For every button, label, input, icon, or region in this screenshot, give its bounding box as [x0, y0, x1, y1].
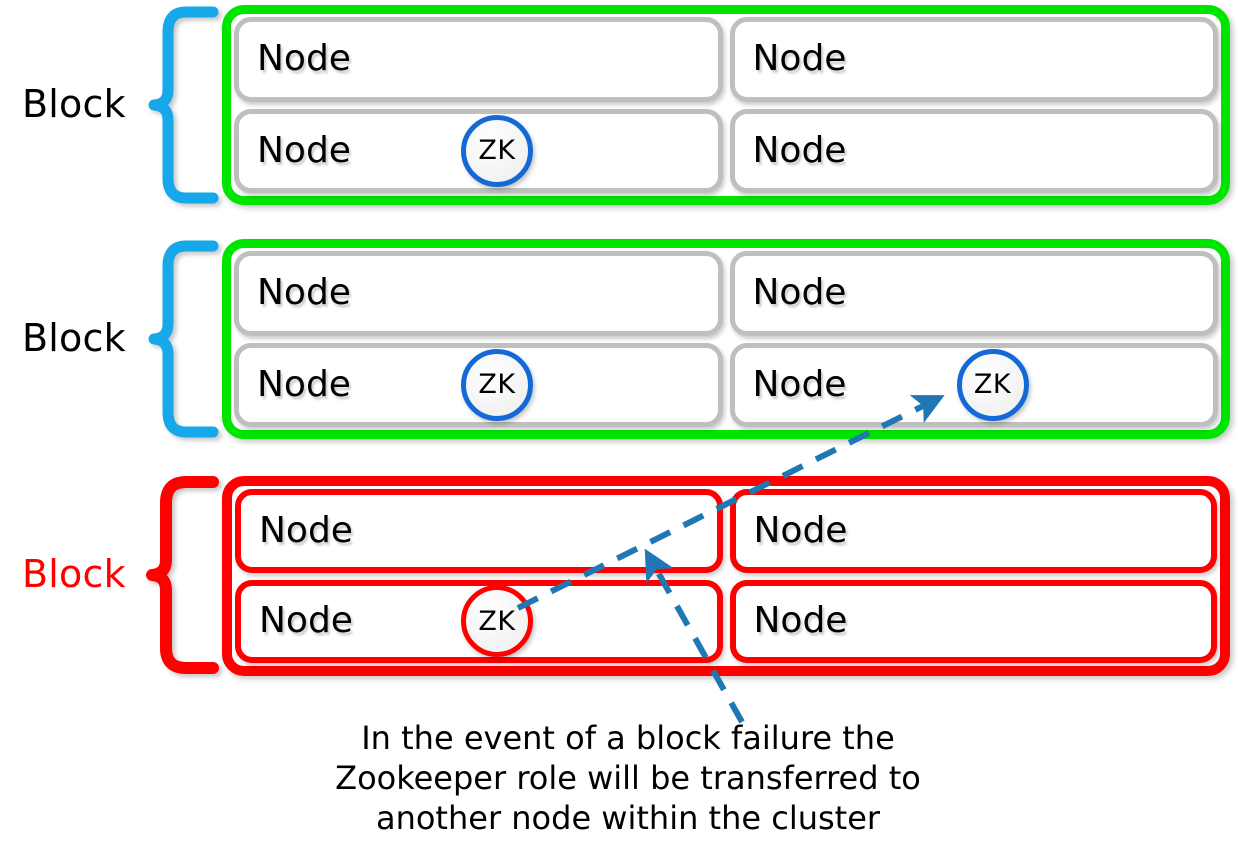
brace-block-2	[148, 240, 219, 438]
node-label: Node	[753, 600, 848, 642]
node-card[interactable]: Node	[235, 489, 723, 573]
node-grid-2: Node Node Node ZK Node ZK	[231, 248, 1221, 430]
block-label-3: Block	[22, 552, 126, 596]
node-label: Node	[752, 38, 847, 80]
node-card[interactable]: Node	[729, 579, 1217, 663]
node-card[interactable]: Node	[729, 251, 1218, 336]
node-card[interactable]: Node ZK	[235, 579, 723, 663]
node-card[interactable]: Node ZK	[234, 342, 723, 427]
node-card[interactable]: Node	[729, 108, 1218, 193]
block-container-3[interactable]: Node Node Node ZK Node	[222, 476, 1230, 676]
zookeeper-badge-failed[interactable]: ZK	[461, 585, 533, 658]
block-label-2: Block	[22, 316, 126, 360]
node-label: Node	[259, 600, 353, 642]
zookeeper-badge-target[interactable]: ZK	[956, 348, 1029, 421]
zookeeper-label: ZK	[478, 605, 516, 637]
caption: In the event of a block failure the Zook…	[318, 718, 938, 838]
node-card[interactable]: Node ZK	[234, 108, 723, 193]
node-card[interactable]: Node ZK	[729, 342, 1218, 427]
node-label: Node	[259, 509, 353, 551]
block-container-1[interactable]: Node Node Node ZK Node	[222, 5, 1230, 205]
node-card[interactable]: Node	[729, 17, 1218, 102]
node-label: Node	[257, 129, 351, 171]
block-container-2[interactable]: Node Node Node ZK Node ZK	[222, 239, 1230, 439]
node-label: Node	[257, 272, 351, 314]
node-label: Node	[753, 509, 848, 551]
diagram-canvas: Block Node Node Node ZK Node Block Node …	[0, 0, 1238, 868]
node-grid-1: Node Node Node ZK Node	[231, 14, 1221, 196]
caption-line-2: Zookeeper role will be transferred to	[335, 759, 921, 797]
node-label: Node	[257, 363, 351, 405]
node-label: Node	[257, 38, 351, 80]
node-card[interactable]: Node	[234, 17, 723, 102]
zookeeper-label: ZK	[478, 135, 516, 167]
node-card[interactable]: Node	[234, 251, 723, 336]
node-label: Node	[752, 129, 847, 171]
brace-block-1	[148, 6, 219, 204]
zookeeper-badge[interactable]: ZK	[461, 114, 533, 187]
node-card[interactable]: Node	[729, 489, 1217, 573]
block-label-1: Block	[22, 82, 126, 126]
caption-line-3: another node within the cluster	[375, 799, 881, 837]
node-label: Node	[752, 363, 847, 405]
caption-line-1: In the event of a block failure the	[361, 719, 895, 757]
zookeeper-label: ZK	[973, 369, 1012, 401]
node-label: Node	[752, 272, 847, 314]
zookeeper-badge[interactable]: ZK	[461, 348, 533, 421]
zookeeper-label: ZK	[478, 369, 516, 401]
brace-block-3	[146, 476, 219, 674]
node-grid-3: Node Node Node ZK Node	[232, 486, 1220, 666]
